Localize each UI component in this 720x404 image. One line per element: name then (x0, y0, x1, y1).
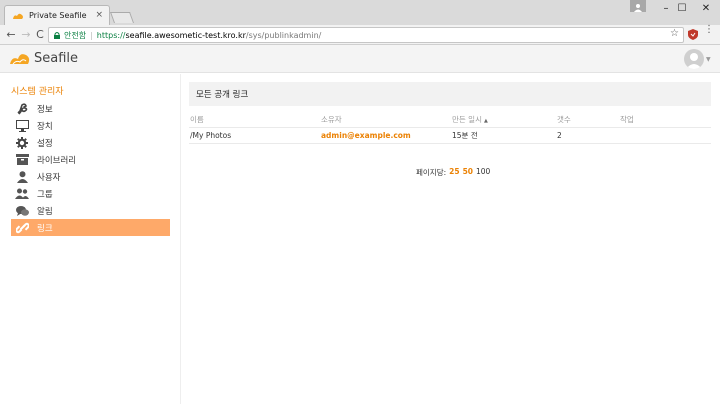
per-page-label: 페이지당: (416, 168, 447, 177)
sidebar-item-groups[interactable]: 그룹 (11, 185, 170, 202)
browser-menu-icon[interactable]: ⋮ (704, 25, 714, 35)
cell-actions (619, 127, 711, 144)
chat-icon (15, 205, 29, 217)
browser-titlebar: Private Seafile × – ☐ ✕ (0, 0, 720, 25)
address-separator: | (90, 30, 93, 40)
per-page-selector: 페이지당: 25 50 100 (416, 167, 490, 178)
admin-sidebar: 시스템 관리자 정보 장치 설정 라이브러리 사용자 그룹 알림 링크 (0, 74, 181, 404)
per-page-50-link[interactable]: 50 (463, 167, 473, 178)
column-header-created-label: 만든 일시 (452, 114, 482, 124)
sidebar-item-label: 그룹 (37, 189, 53, 200)
per-page-25-link[interactable]: 25 (449, 167, 459, 178)
wrench-icon (15, 102, 29, 115)
back-button[interactable]: ← (4, 27, 18, 41)
browser-tab[interactable]: Private Seafile × (4, 5, 110, 25)
seafile-logo-icon (10, 54, 30, 65)
secure-label: 안전함 (64, 30, 87, 40)
sidebar-item-settings[interactable]: 설정 (11, 134, 170, 151)
gear-icon (15, 136, 29, 149)
cell-count: 2 (556, 127, 619, 144)
sidebar-item-label: 정보 (37, 104, 53, 115)
cell-created: 15분 전 (451, 127, 556, 144)
url-host: seafile.awesometic-test.kro.kr (125, 30, 246, 40)
archive-icon (15, 154, 29, 166)
sidebar-item-devices[interactable]: 장치 (11, 117, 170, 134)
cell-owner-link[interactable]: admin@example.com (320, 127, 451, 144)
browser-toolbar: ← → C 안전함 | https:// seafile.awesometic-… (0, 25, 720, 45)
logo-text: Seafile (34, 50, 79, 66)
cell-name: /My Photos (189, 127, 320, 144)
column-header-actions: 작업 (619, 112, 711, 128)
user-avatar[interactable] (684, 49, 704, 69)
address-bar[interactable]: 안전함 | https:// seafile.awesometic-test.k… (48, 27, 684, 43)
user-icon (15, 170, 29, 183)
monitor-icon (15, 119, 29, 132)
seafile-logo[interactable]: Seafile (9, 50, 78, 66)
sidebar-item-label: 알림 (37, 206, 53, 217)
new-tab-button[interactable] (109, 12, 135, 23)
table-header-row: 이름 소유자 만든 일시 ▲ 갯수 작업 (189, 112, 711, 128)
bookmark-star-icon[interactable]: ☆ (670, 28, 679, 39)
table-row: /My Photos admin@example.com 15분 전 2 (189, 127, 711, 144)
avatar-caret-icon[interactable]: ▼ (706, 56, 711, 63)
sidebar-item-links[interactable]: 링크 (11, 219, 170, 236)
tab-close-icon[interactable]: × (95, 10, 103, 20)
column-header-name: 이름 (189, 112, 320, 128)
sidebar-item-label: 라이브러리 (37, 155, 77, 166)
url-path: /sys/publinkadmin/ (245, 30, 322, 40)
close-window-button[interactable]: ✕ (692, 0, 720, 16)
profile-icon (634, 4, 642, 12)
seafile-favicon-icon (13, 13, 23, 19)
chrome-profile-button[interactable] (630, 0, 646, 12)
lock-icon (54, 31, 60, 39)
sidebar-item-users[interactable]: 사용자 (11, 168, 170, 185)
link-icon (15, 222, 29, 234)
sidebar-item-label: 설정 (37, 138, 53, 149)
shield-extension-icon[interactable] (688, 29, 698, 40)
sidebar-item-label: 장치 (37, 121, 53, 132)
sidebar-title: 시스템 관리자 (11, 87, 64, 97)
column-header-created[interactable]: 만든 일시 ▲ (451, 112, 556, 128)
per-page-100-current: 100 (476, 167, 491, 176)
main-content: 모든 공개 링크 이름 소유자 만든 일시 ▲ 갯수 작업 /My Photos … (181, 74, 720, 404)
app-header: Seafile ▼ (0, 45, 720, 73)
tab-title: Private Seafile (29, 11, 87, 20)
sidebar-item-info[interactable]: 정보 (11, 100, 170, 117)
sidebar-item-libraries[interactable]: 라이브러리 (11, 151, 170, 168)
avatar-icon (686, 53, 702, 69)
column-header-count: 갯수 (556, 112, 619, 128)
page-title: 모든 공개 링크 (189, 82, 711, 106)
url-protocol: https:// (96, 30, 126, 40)
group-icon (15, 188, 29, 200)
public-links-table: 이름 소유자 만든 일시 ▲ 갯수 작업 /My Photos admin@exa… (189, 112, 711, 144)
column-header-owner: 소유자 (320, 112, 451, 128)
reload-button[interactable]: C (33, 27, 47, 41)
sidebar-item-label: 링크 (37, 223, 53, 234)
sidebar-item-label: 사용자 (37, 172, 61, 183)
forward-button[interactable]: → (19, 27, 33, 41)
sidebar-item-notifications[interactable]: 알림 (11, 202, 170, 219)
sort-asc-icon[interactable]: ▲ (484, 118, 488, 124)
